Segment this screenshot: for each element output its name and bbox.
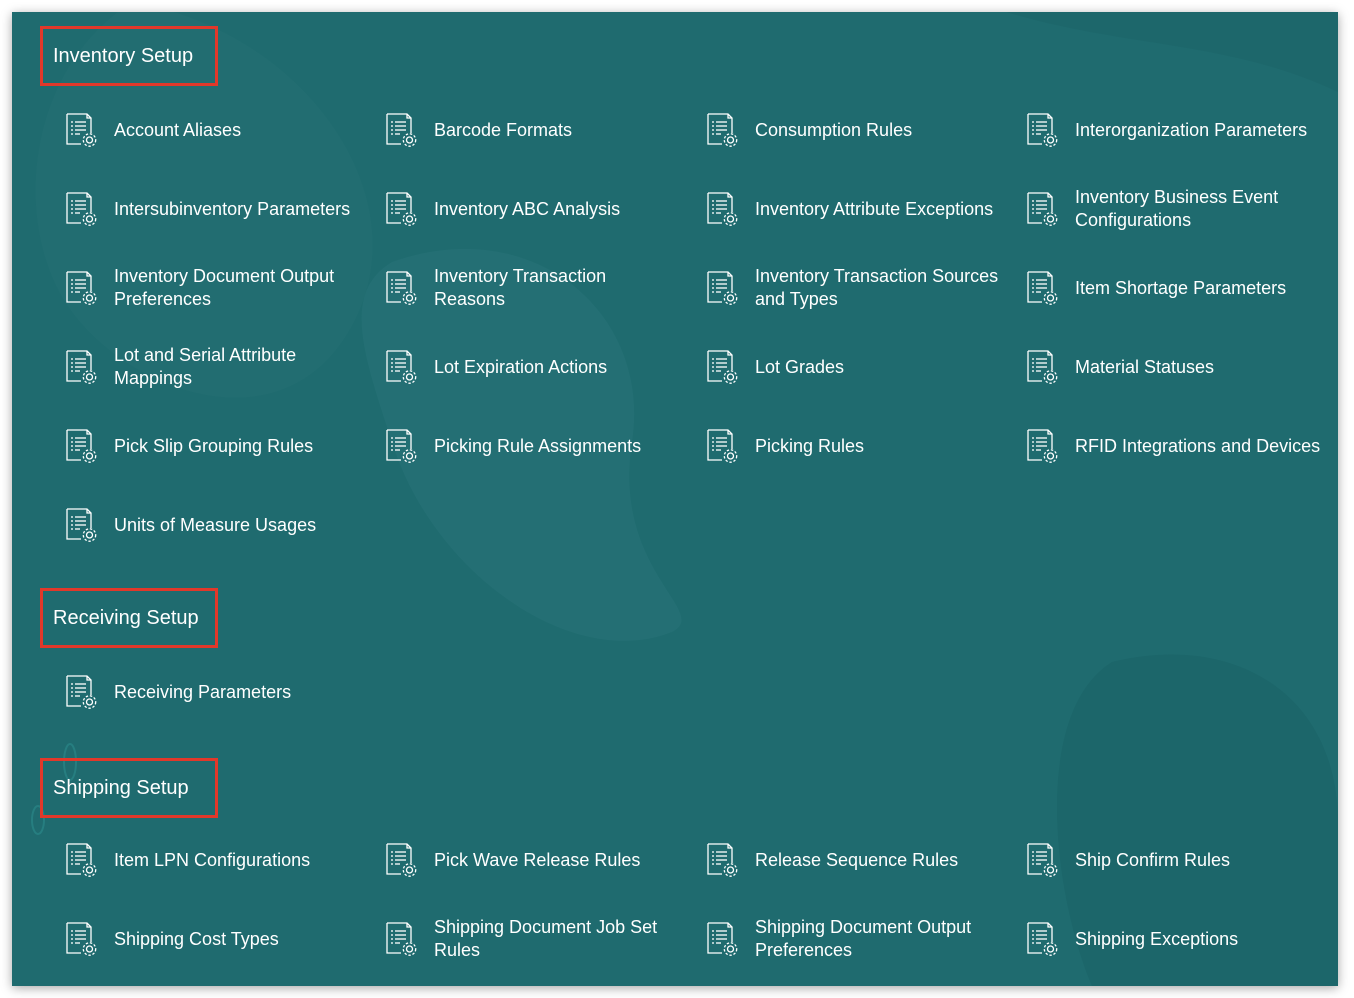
task-link[interactable]: RFID Integrations and Devices — [1023, 416, 1323, 476]
task-link-label: RFID Integrations and Devices — [1075, 435, 1321, 456]
section-title: Receiving Setup — [40, 588, 218, 648]
task-link[interactable]: Shipping Exceptions — [1023, 909, 1323, 969]
task-list-gear-icon — [1023, 920, 1061, 958]
task-list-gear-icon — [1023, 348, 1061, 386]
task-link-label: Units of Measure Usages — [114, 514, 317, 535]
task-link-label: Pick Slip Grouping Rules — [114, 435, 314, 456]
task-link-label: Lot and Serial Attribute Mappings — [114, 345, 297, 388]
task-link[interactable]: Shipping Document Job Set Rules — [382, 909, 682, 969]
task-list-gear-icon — [382, 190, 420, 228]
task-link[interactable]: Ship Confirm Rules — [1023, 830, 1323, 890]
task-link-label: Inventory ABC Analysis — [434, 198, 621, 219]
task-link-label: Interorganization Parameters — [1075, 119, 1308, 140]
task-list-gear-icon — [62, 673, 100, 711]
task-link-label: Item LPN Configurations — [114, 849, 311, 870]
task-link-label: Inventory Transaction Reasons — [434, 266, 607, 309]
task-link-label: Pick Wave Release Rules — [434, 849, 641, 870]
task-link-label: Inventory Transaction Sources and Types — [755, 266, 999, 309]
task-link-label: Shipping Exceptions — [1075, 928, 1239, 949]
task-link-label: Inventory Attribute Exceptions — [755, 198, 994, 219]
task-link-label: Receiving Parameters — [114, 681, 292, 702]
task-link-label: Ship Confirm Rules — [1075, 849, 1231, 870]
task-list-gear-icon — [62, 920, 100, 958]
task-link[interactable]: Inventory Transaction Sources and Types — [703, 258, 1003, 318]
task-list-gear-icon — [62, 841, 100, 879]
task-list-gear-icon — [382, 111, 420, 149]
task-list-gear-icon — [62, 111, 100, 149]
task-link[interactable]: Item LPN Configurations — [62, 830, 362, 890]
task-list-gear-icon — [62, 269, 100, 307]
task-link[interactable]: Units of Measure Usages — [62, 495, 362, 555]
task-list-gear-icon — [382, 920, 420, 958]
task-list-gear-icon — [382, 269, 420, 307]
task-link-label: Account Aliases — [114, 119, 242, 140]
task-link-label: Inventory Business Event Configurations — [1075, 187, 1279, 230]
task-list-gear-icon — [703, 111, 741, 149]
task-list-gear-icon — [1023, 111, 1061, 149]
task-list-gear-icon — [1023, 269, 1061, 307]
task-link[interactable]: Pick Slip Grouping Rules — [62, 416, 362, 476]
task-link-label: Shipping Document Job Set Rules — [434, 917, 658, 960]
task-list-gear-icon — [382, 841, 420, 879]
task-list-gear-icon — [62, 506, 100, 544]
task-list-gear-icon — [703, 841, 741, 879]
task-link[interactable]: Inventory Document Output Preferences — [62, 258, 362, 318]
task-list-gear-icon — [382, 348, 420, 386]
task-list-gear-icon — [703, 920, 741, 958]
task-link[interactable]: Picking Rules — [703, 416, 1003, 476]
task-link-label: Item Shortage Parameters — [1075, 277, 1287, 298]
task-list-gear-icon — [62, 427, 100, 465]
task-link-label: Picking Rules — [755, 435, 865, 456]
task-link[interactable]: Release Sequence Rules — [703, 830, 1003, 890]
task-list-gear-icon — [62, 190, 100, 228]
task-link[interactable]: Inventory Transaction Reasons — [382, 258, 682, 318]
setup-panel: Inventory Setup Account Aliases Barcode … — [12, 12, 1338, 986]
task-link[interactable]: Account Aliases — [62, 100, 362, 160]
section-title: Shipping Setup — [40, 758, 218, 818]
task-link-label: Picking Rule Assignments — [434, 435, 642, 456]
task-link[interactable]: Barcode Formats — [382, 100, 682, 160]
task-list-gear-icon — [1023, 841, 1061, 879]
task-link[interactable]: Item Shortage Parameters — [1023, 258, 1323, 318]
task-link-label: Shipping Cost Types — [114, 928, 279, 949]
task-link-label: Lot Expiration Actions — [434, 356, 608, 377]
task-link[interactable]: Inventory Business Event Configurations — [1023, 179, 1323, 239]
task-link-label: Shipping Document Output Preferences — [755, 917, 972, 960]
task-list-gear-icon — [703, 348, 741, 386]
task-link[interactable]: Lot and Serial Attribute Mappings — [62, 337, 362, 397]
task-link[interactable]: Picking Rule Assignments — [382, 416, 682, 476]
task-link[interactable]: Inventory ABC Analysis — [382, 179, 682, 239]
task-link-label: Inventory Document Output Preferences — [114, 266, 335, 309]
task-link[interactable]: Interorganization Parameters — [1023, 100, 1323, 160]
section-title: Inventory Setup — [40, 26, 218, 86]
task-link[interactable]: Receiving Parameters — [62, 662, 362, 722]
task-link[interactable]: Inventory Attribute Exceptions — [703, 179, 1003, 239]
task-link-label: Release Sequence Rules — [755, 849, 959, 870]
task-link[interactable]: Lot Grades — [703, 337, 1003, 397]
task-link-label: Intersubinventory Parameters — [114, 198, 351, 219]
task-link[interactable]: Pick Wave Release Rules — [382, 830, 682, 890]
task-list-gear-icon — [62, 348, 100, 386]
task-list-gear-icon — [703, 269, 741, 307]
task-list-gear-icon — [1023, 190, 1061, 228]
task-link[interactable]: Intersubinventory Parameters — [62, 179, 362, 239]
task-list-gear-icon — [703, 427, 741, 465]
task-link-label: Lot Grades — [755, 356, 845, 377]
task-list-gear-icon — [382, 427, 420, 465]
task-link[interactable]: Material Statuses — [1023, 337, 1323, 397]
task-link[interactable]: Shipping Document Output Preferences — [703, 909, 1003, 969]
task-link-label: Consumption Rules — [755, 119, 913, 140]
task-link-label: Barcode Formats — [434, 119, 573, 140]
task-list-gear-icon — [703, 190, 741, 228]
task-link[interactable]: Consumption Rules — [703, 100, 1003, 160]
task-link[interactable]: Shipping Cost Types — [62, 909, 362, 969]
task-link-label: Material Statuses — [1075, 356, 1215, 377]
task-link[interactable]: Lot Expiration Actions — [382, 337, 682, 397]
task-list-gear-icon — [1023, 427, 1061, 465]
